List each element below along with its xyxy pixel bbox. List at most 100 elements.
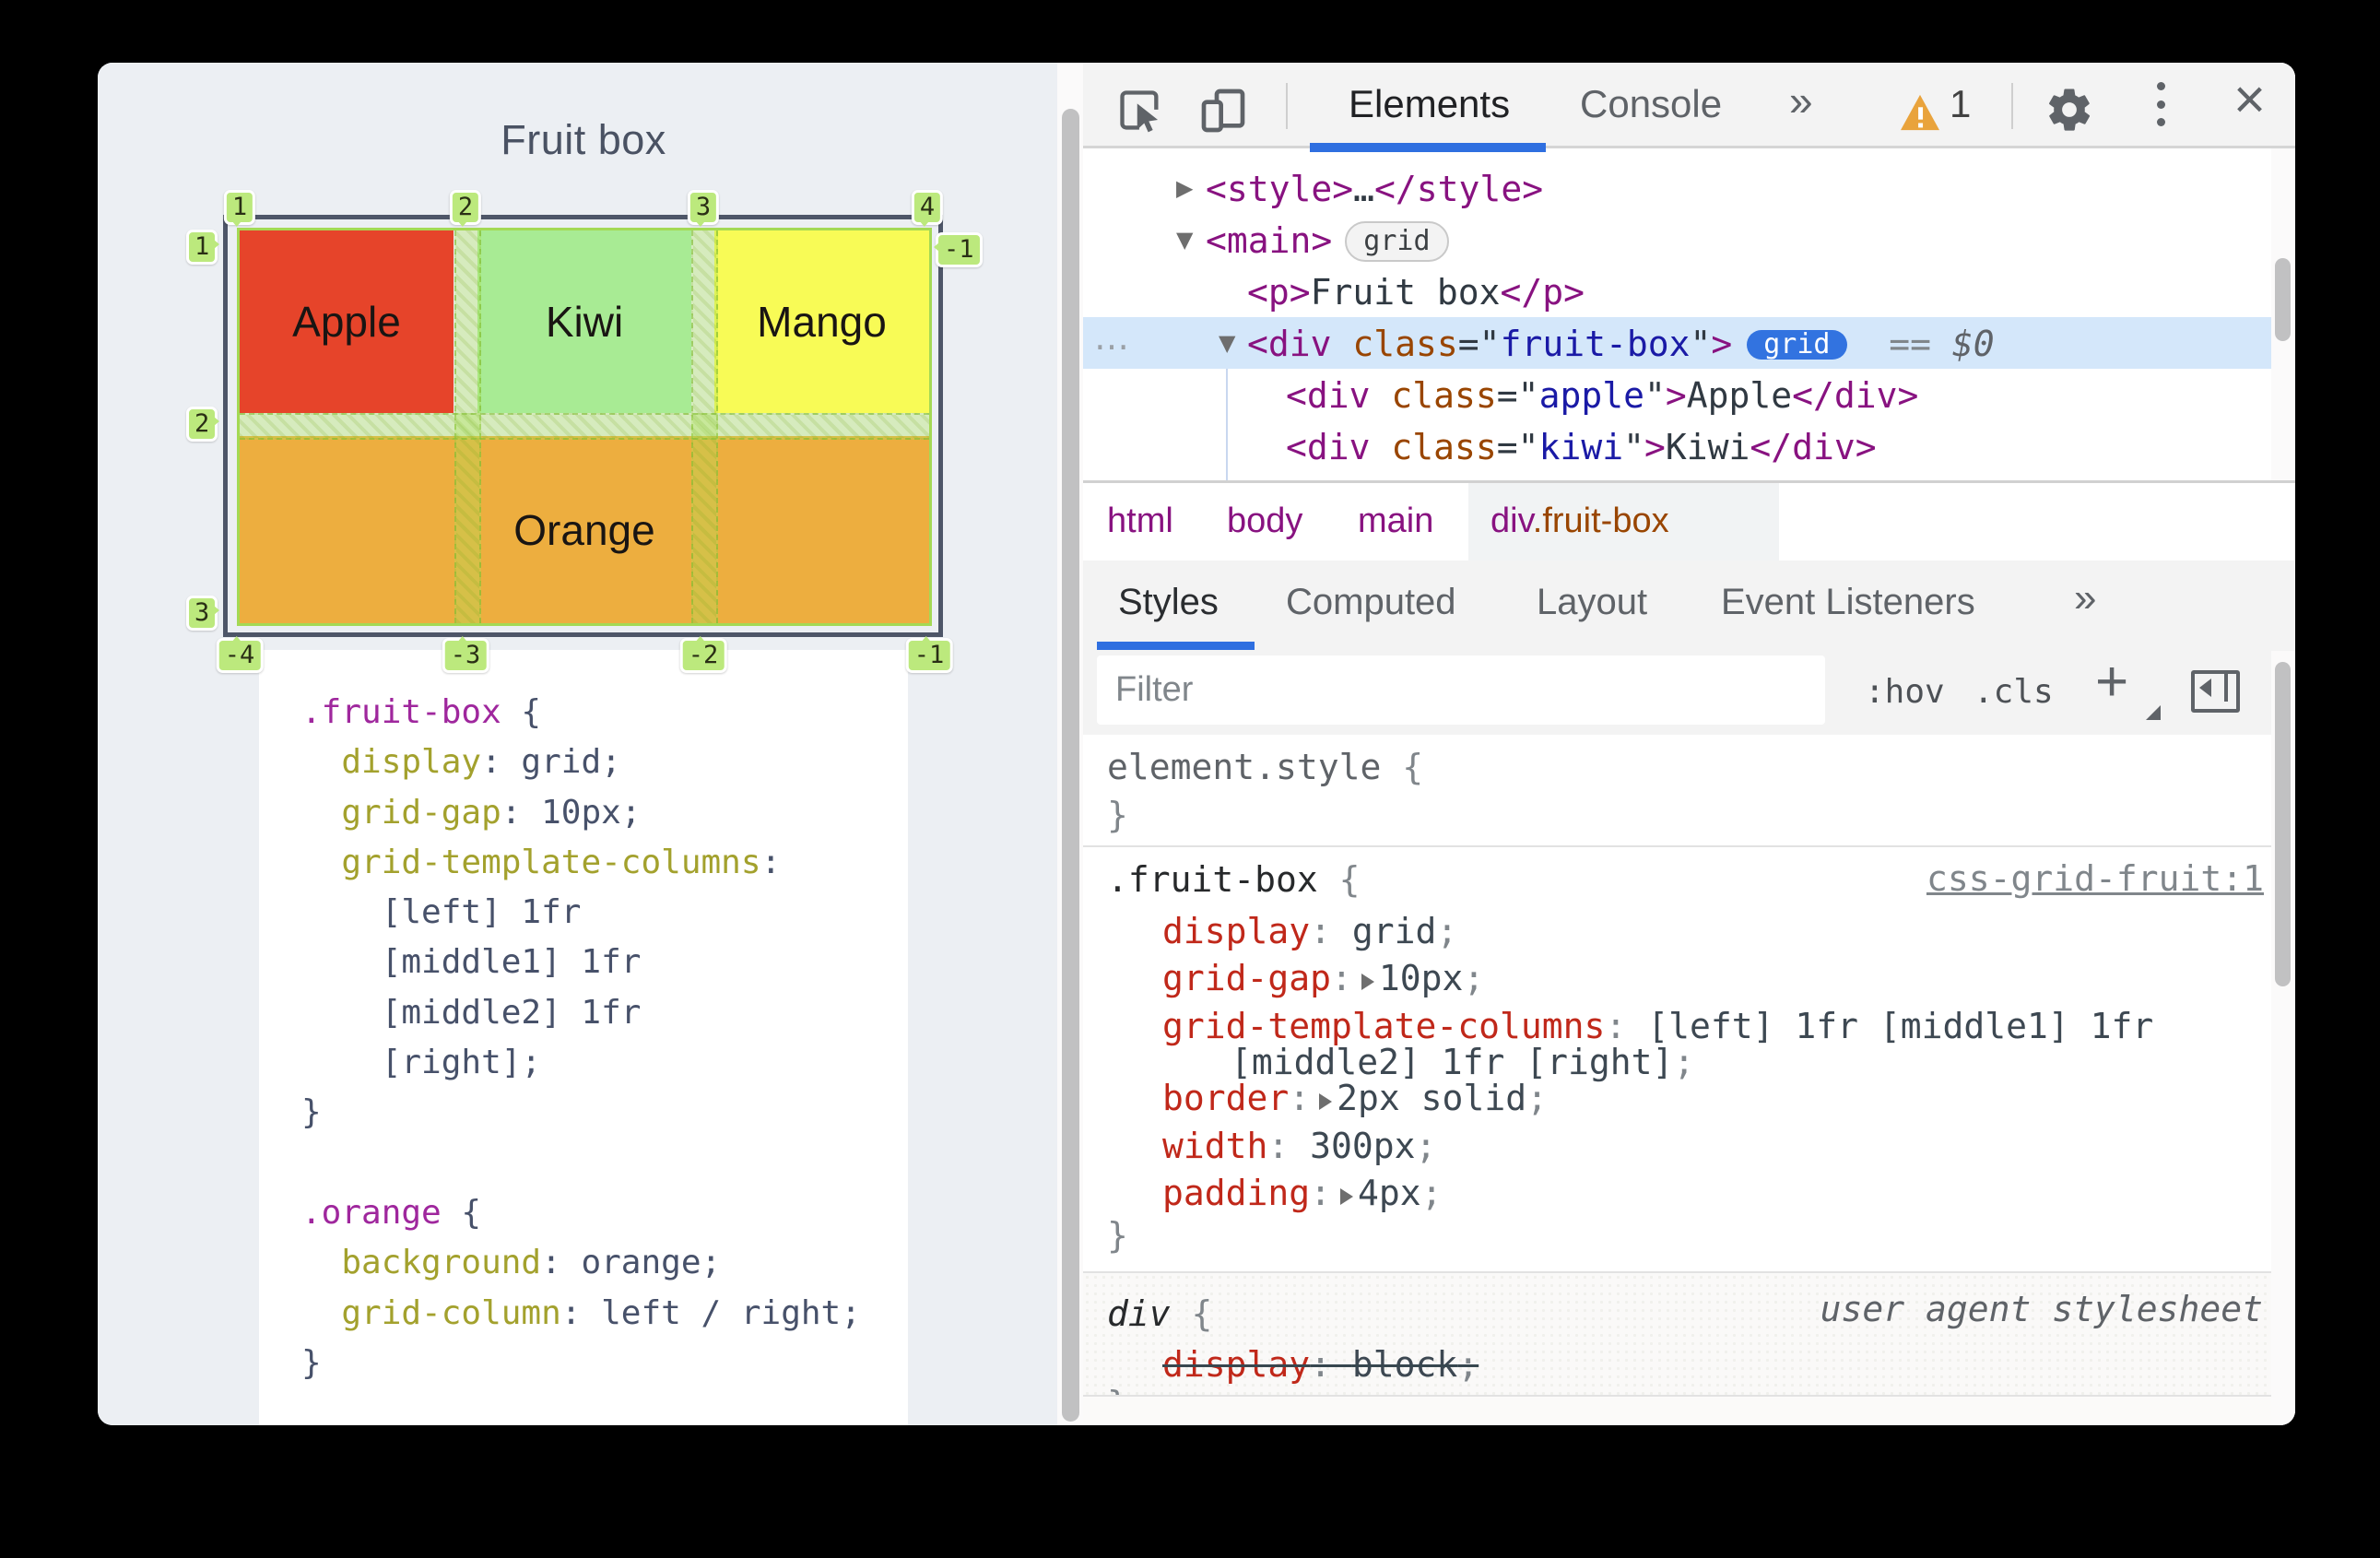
code-lines: .fruit-box { display: grid; grid-gap: 10… <box>301 688 861 1388</box>
tree-row[interactable]: ▼ <main> grid <box>1083 214 2271 266</box>
styles-rules: element.style {} .fruit-box { display: gri… <box>1083 735 2271 1425</box>
code-line: } <box>301 1343 322 1382</box>
tree-row[interactable]: <div class="apple">Apple</div> <box>1083 369 2271 420</box>
element-style-close[interactable]: } <box>1107 795 1128 835</box>
ua-rule-open[interactable]: div { <box>1107 1293 1212 1334</box>
sidebar-toggle-arrow <box>2199 679 2211 697</box>
sidebar-toggle-bar <box>2224 674 2228 702</box>
styles-more-tabs[interactable]: » <box>2074 575 2096 621</box>
styles-tab-event-listeners[interactable]: Event Listeners <box>1721 582 1975 623</box>
tab-elements[interactable]: Elements <box>1349 82 1510 126</box>
code-line: [middle1] 1fr <box>301 943 642 982</box>
fruit-box-rule-line[interactable]: } <box>1107 1215 1128 1256</box>
page-scrollbar-thumb[interactable] <box>1062 109 1079 1422</box>
tree-row[interactable]: <div class="orange">Orange</div> <box>1083 472 2271 480</box>
fruit-box-rule-line[interactable]: display: grid; <box>1162 911 1457 951</box>
dom-scrollbar[interactable] <box>2271 148 2295 480</box>
styles-tab-computed[interactable]: Computed <box>1286 582 1456 623</box>
styles-tabbar: Styles Computed Layout Event Listeners » <box>1083 561 2295 653</box>
inspect-icon[interactable] <box>1116 87 1164 135</box>
rule-separator <box>1083 1271 2271 1273</box>
tree-row[interactable]: <div class="kiwi">Kiwi</div> <box>1083 420 2271 472</box>
styles-scrollbar-thumb[interactable] <box>2275 662 2291 986</box>
tree-row-text: <div class="kiwi">Kiwi</div> <box>1286 427 1877 467</box>
elements-tab-underline <box>1310 143 1546 152</box>
grid-badge-selected[interactable]: grid <box>1747 330 1847 360</box>
fruit-box-rule-line[interactable]: width: 300px; <box>1162 1126 1436 1166</box>
code-line: [right]; <box>301 1044 542 1082</box>
element-style-open[interactable]: element.style { <box>1107 747 1423 787</box>
tree-row[interactable]: <p>Fruit box</p> <box>1083 266 2271 317</box>
stylesheet-link[interactable]: css-grid-fruit:1 <box>1926 858 2264 899</box>
code-line: grid-column: left / right; <box>341 1293 861 1332</box>
new-style-rule-button[interactable]: + <box>2095 649 2128 714</box>
rule-separator <box>1083 845 2271 847</box>
more-actions-ellipsis[interactable]: … <box>1094 317 1129 358</box>
fruit-box-rule-line[interactable]: padding: 4px; <box>1162 1173 1443 1213</box>
code-line: .fruit-box { <box>301 693 542 731</box>
code-line: [left] 1fr <box>301 893 582 932</box>
tree-indent-guide <box>1226 369 1228 480</box>
close-icon[interactable]: × <box>2233 67 2266 131</box>
fruit-box-rule-line[interactable]: grid-gap: 10px; <box>1162 958 1484 998</box>
grid-line-number: 2 <box>449 190 482 227</box>
grid-badge[interactable]: grid <box>1345 221 1449 262</box>
user-agent-stylesheet-note: user agent stylesheet <box>1820 1289 2263 1329</box>
styles-scrollbar[interactable] <box>2271 651 2295 1425</box>
code-line: .orange { <box>301 1193 482 1232</box>
fruit-box-rule-line[interactable]: grid-template-columns: [left] 1fr [middl… <box>1162 1006 2153 1046</box>
warning-count[interactable]: 1 <box>1950 82 1971 126</box>
sidebar-toggle-icon[interactable] <box>2191 670 2240 713</box>
hov-toggle[interactable]: :hov <box>1865 673 1945 711</box>
breadcrumb-item[interactable]: body <box>1227 502 1302 541</box>
page-title: Fruit box <box>501 116 666 163</box>
code-line: [middle2] 1fr <box>301 993 642 1032</box>
styles-tab-styles[interactable]: Styles <box>1118 582 1219 623</box>
code-line: background: orange; <box>341 1244 722 1282</box>
fruit-box-rule-line[interactable]: .fruit-box { <box>1107 859 1361 900</box>
toolbar-separator <box>2011 83 2013 129</box>
code-line: grid-gap: 10px; <box>341 793 642 832</box>
grid-line-number: 2 <box>186 407 220 442</box>
browser-viewport: Fruit box Apple Kiwi Mango Orange 123412… <box>98 63 1057 1425</box>
kebab-menu-icon[interactable] <box>2157 82 2166 126</box>
dom-tree: ▶ <style>…</style> ▼ <main> grid <p>Fruit box… <box>1083 148 2271 480</box>
tree-row-text: <p>Fruit box</p> <box>1247 272 1585 313</box>
dom-scrollbar-thumb[interactable] <box>2275 258 2291 341</box>
expand-arrow-closed[interactable]: ▶ <box>1176 175 1193 201</box>
code-line: } <box>301 1093 322 1132</box>
gear-icon[interactable] <box>2044 85 2094 135</box>
styles-tab-underline <box>1097 642 1255 650</box>
expand-arrow-open[interactable]: ▼ <box>1176 227 1193 253</box>
tree-row[interactable]: ▶ <style>…</style> <box>1083 162 2271 214</box>
tree-row[interactable]: … ▼ <div class="fruit-box"> grid == $0 <box>1083 317 2271 369</box>
grid-line-number: 3 <box>186 596 220 631</box>
filter-input[interactable] <box>1097 655 1825 725</box>
styles-tab-layout[interactable]: Layout <box>1537 582 1647 623</box>
devtools-panel: Elements Console » 1 × ▶ <style>…</style>… <box>1083 63 2295 1425</box>
page-scrollbar[interactable] <box>1057 63 1083 1425</box>
tree-row-text: <div class="apple">Apple</div> <box>1286 375 1919 416</box>
breadcrumb-item[interactable]: div.fruit-box <box>1490 502 1669 541</box>
grid-line-number: -2 <box>679 636 727 673</box>
cls-toggle[interactable]: .cls <box>1974 673 2054 711</box>
fruit-box-rule-line[interactable]: border: 2px solid; <box>1162 1078 1548 1118</box>
fruit-box-rule-line[interactable]: [middle2] 1fr [right]; <box>1231 1042 1694 1082</box>
warning-icon[interactable] <box>1899 93 1941 132</box>
ua-display-block[interactable]: display: block; <box>1162 1344 1479 1385</box>
device-toolbar-icon[interactable] <box>1197 85 1249 136</box>
more-tabs-chevron[interactable]: » <box>1789 76 1813 125</box>
grid-line-number: -4 <box>216 636 264 673</box>
breadcrumb-item[interactable]: html <box>1107 502 1173 541</box>
rules-bottom-cover <box>1083 1397 2271 1425</box>
grid-line-number: 1 <box>186 230 220 265</box>
code-line: display: grid; <box>341 743 621 782</box>
code-block: .fruit-box { display: grid; grid-gap: 10… <box>259 650 908 1425</box>
breadcrumb-item[interactable]: main <box>1358 502 1433 541</box>
expand-arrow-open[interactable]: ▼ <box>1219 330 1235 356</box>
grid-line-number: 3 <box>687 190 720 227</box>
devtools-toolbar: Elements Console » 1 × <box>1083 63 2295 152</box>
grid-line-number: -3 <box>442 636 489 673</box>
tab-console[interactable]: Console <box>1580 82 1722 126</box>
tree-row-text: <style>…</style> <box>1206 169 1544 209</box>
